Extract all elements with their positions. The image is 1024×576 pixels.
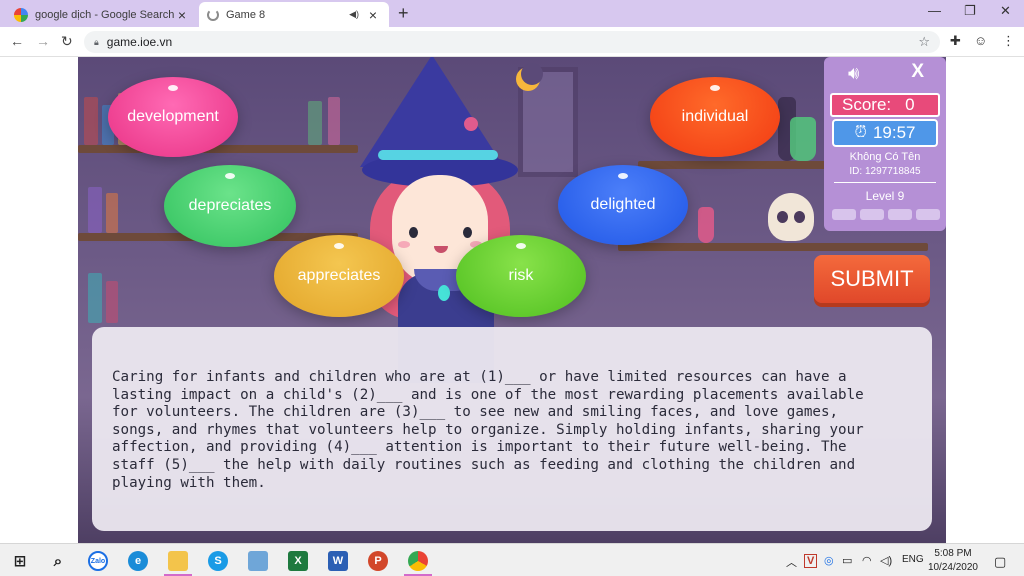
book [308, 101, 322, 145]
profile-avatar-icon[interactable]: ☺ [974, 33, 987, 48]
extensions-icon[interactable]: ✚ [950, 33, 961, 49]
zalo-tray-icon[interactable]: ◎ [824, 554, 834, 567]
alarm-clock-icon: ⏰︎ [854, 124, 867, 141]
network-app-icon[interactable] [248, 551, 268, 571]
browser-toolbar: ← → ↻ 🔒︎ game.ioe.vn ☆ ✚ ☺ ⋮ [0, 27, 1024, 57]
speaker-icon[interactable]: ◀) [349, 9, 359, 20]
chrome-icon[interactable] [408, 551, 428, 571]
reload-icon[interactable]: ↻ [61, 33, 73, 50]
bookshelf-plank [78, 145, 358, 153]
potion-bottle [790, 117, 816, 161]
score-label: Score: [842, 95, 892, 114]
url-text: game.ioe.vn [106, 35, 173, 49]
divider [834, 182, 936, 183]
unikey-icon[interactable]: V [804, 554, 818, 568]
new-tab-button[interactable]: + [398, 3, 409, 24]
battery-icon[interactable]: ▭ [842, 554, 852, 567]
progress-pip [832, 209, 856, 220]
word-bubble-development[interactable]: development [108, 77, 238, 157]
restore-button[interactable]: ❐ [964, 3, 976, 19]
witch-hat-dot [464, 117, 478, 131]
player-id: ID: 1297718845 [849, 166, 921, 177]
close-tab-icon[interactable]: × [365, 7, 381, 23]
book [106, 281, 118, 323]
close-window-button[interactable]: ✕ [1000, 3, 1011, 19]
book [88, 187, 102, 233]
tray-chevron-icon[interactable]: ︿ [786, 554, 797, 570]
notifications-icon[interactable]: ▢ [994, 554, 1006, 570]
tab-google-search[interactable]: google dịch - Google Search × [6, 2, 198, 27]
lock-icon: 🔒︎ [94, 36, 99, 47]
tab-title: Game 8 [226, 8, 266, 21]
progress-pip [916, 209, 940, 220]
timer-value: 19:57 [872, 123, 916, 142]
excel-icon[interactable]: X [288, 551, 308, 571]
witch-eye [409, 227, 418, 238]
timer-display: ⏰︎ 19:57 [832, 119, 938, 147]
bookshelf-plank [638, 161, 838, 169]
word-icon[interactable]: W [328, 551, 348, 571]
witch-eye [463, 227, 472, 238]
system-clock[interactable]: 5:08 PM 10/24/2020 [928, 547, 978, 575]
bookmark-star-icon[interactable]: ☆ [918, 34, 930, 50]
clock-time: 5:08 PM [934, 548, 972, 559]
word-bubble-individual[interactable]: individual [650, 77, 780, 157]
level-label: Level 9 [865, 189, 905, 203]
word-bubble-appreciates[interactable]: appreciates [274, 235, 404, 317]
file-explorer-icon[interactable] [168, 551, 188, 571]
book [106, 193, 118, 233]
language-indicator[interactable]: ENG [902, 554, 924, 565]
passage-text: Caring for infants and children who are … [92, 327, 932, 531]
loading-icon [207, 8, 219, 21]
progress-pip [860, 209, 884, 220]
word-bubble-depreciates[interactable]: depreciates [164, 165, 296, 247]
browser-tab-strip: google dịch - Google Search × Game 8 ◀) … [0, 0, 1024, 27]
player-name: Không Có Tên [849, 151, 921, 163]
volume-icon[interactable]: ◁) [880, 554, 892, 567]
minimize-button[interactable]: — [928, 3, 941, 18]
close-tab-icon[interactable]: × [174, 7, 190, 23]
progress-pip [888, 209, 912, 220]
witch-hat-band [378, 150, 498, 160]
address-bar[interactable]: 🔒︎ game.ioe.vn ☆ [84, 31, 940, 53]
speaker-icon[interactable]: 🔊︎ [848, 63, 859, 84]
submit-button[interactable]: SUBMIT [814, 255, 930, 303]
score-display: Score: 0 [830, 93, 940, 117]
score-panel: 🔊︎ X Score: 0 ⏰︎ 19:57 Không Có Tên ID: … [824, 57, 946, 231]
wifi-icon[interactable]: ◠ [862, 554, 872, 567]
level-progress [832, 209, 940, 220]
moon-icon [516, 63, 543, 91]
powerpoint-icon[interactable]: P [368, 551, 388, 571]
search-icon[interactable]: ⌕ [48, 551, 68, 571]
close-game-button[interactable]: X [911, 61, 924, 83]
book [328, 97, 340, 145]
game-canvas: development depreciates appreciates risk… [78, 57, 946, 543]
word-bubble-delighted[interactable]: delighted [558, 165, 688, 245]
witch-gem [438, 285, 450, 301]
book [84, 97, 98, 145]
tab-title: google dịch - Google Search [35, 8, 174, 21]
score-value: 0 [905, 95, 915, 114]
windows-start-icon[interactable]: ⊞ [10, 551, 30, 571]
forward-icon[interactable]: → [36, 33, 50, 49]
book [88, 273, 102, 323]
clock-date: 10/24/2020 [927, 562, 978, 573]
bookshelf-plank [618, 243, 928, 251]
windows-taskbar: ⊞ ⌕ Zalo e S X W P ︿ V ◎ ▭ ◠ ◁) ENG 5:08… [0, 543, 1024, 576]
menu-kebab-icon[interactable]: ⋮ [1002, 33, 1015, 49]
skype-icon[interactable]: S [208, 551, 228, 571]
skull [768, 193, 814, 241]
back-icon[interactable]: ← [10, 33, 24, 49]
google-icon [14, 7, 28, 22]
word-bubble-risk[interactable]: risk [456, 235, 586, 317]
edge-icon[interactable]: e [128, 551, 148, 571]
potion-bottle [698, 207, 714, 243]
zalo-icon[interactable]: Zalo [88, 551, 108, 571]
witch-cheek [398, 241, 410, 248]
tab-game-8[interactable]: Game 8 ◀) × [199, 2, 389, 27]
